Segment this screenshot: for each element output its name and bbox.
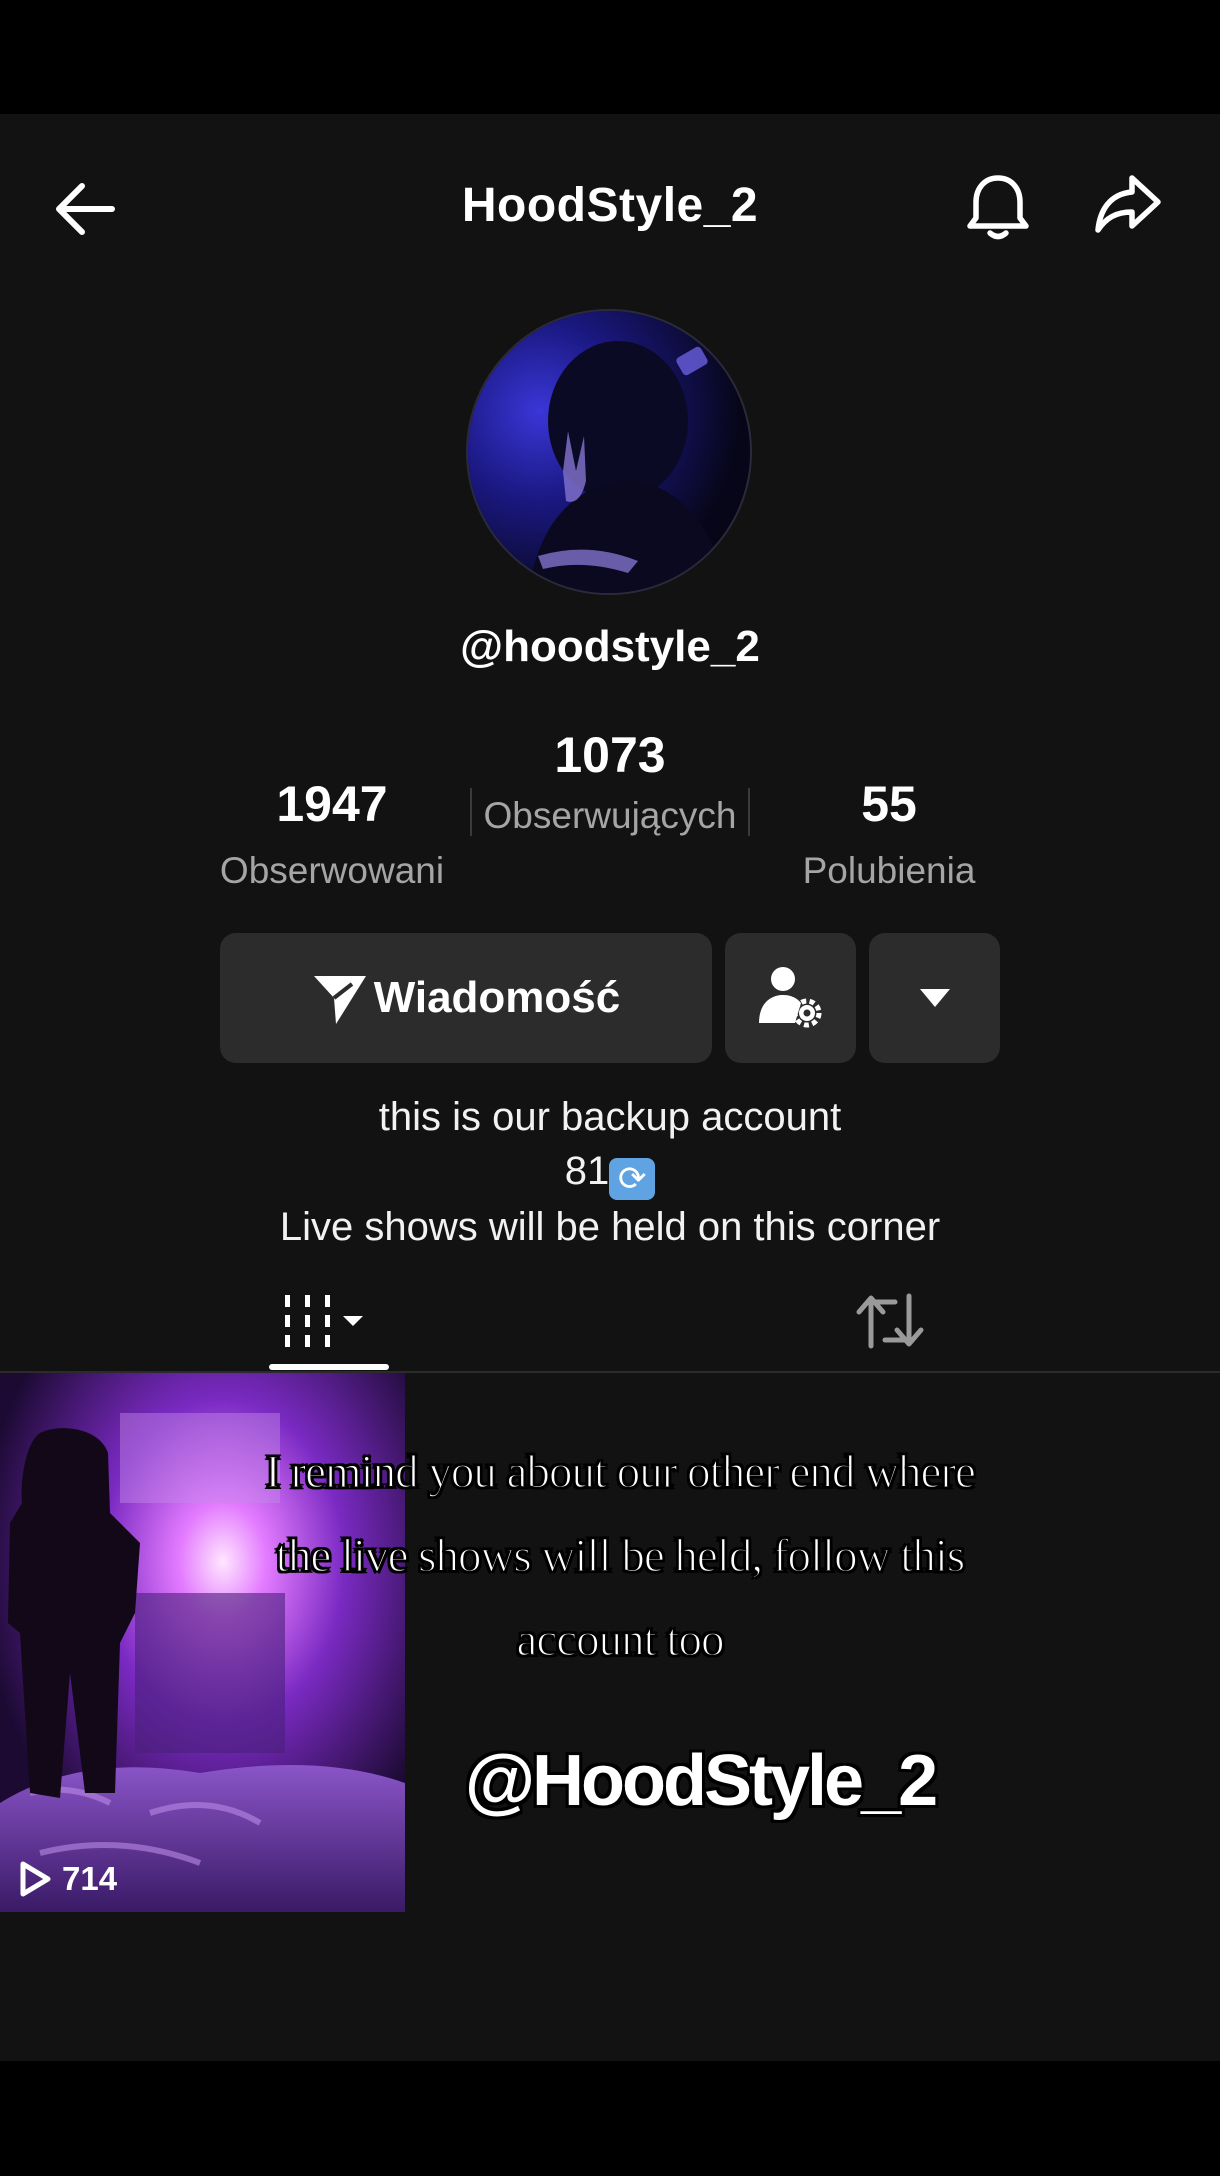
add-friend-settings-button[interactable] — [725, 933, 856, 1063]
profile-bio: this is our backup account 81 ⟳ Live show… — [0, 1090, 1220, 1254]
bio-line: this is our backup account — [378, 1095, 842, 1139]
message-button-label: Wiadomość — [373, 973, 621, 1022]
repost-icon — [856, 1293, 924, 1348]
caption-line: the live shows will be held, follow this — [275, 1529, 966, 1583]
stat-following[interactable]: 1947 Obserwowani — [196, 775, 468, 895]
stat-likes[interactable]: 55 Polubienia — [755, 775, 1023, 895]
message-button[interactable]: Wiadomość — [220, 933, 712, 1063]
caption-line: I remind you about our other end where — [264, 1445, 976, 1499]
caption-line: account too — [516, 1613, 725, 1667]
repeat-emoji-icon: ⟳ — [609, 1158, 656, 1200]
stat-divider — [470, 788, 472, 836]
profile-handle: @hoodstyle_2 — [460, 622, 760, 671]
view-count: 714 — [18, 1860, 117, 1898]
avatar[interactable] — [466, 309, 752, 595]
stat-value: 55 — [861, 776, 917, 832]
play-icon — [20, 1861, 51, 1897]
send-icon — [313, 976, 366, 1024]
more-dropdown-button[interactable] — [869, 933, 1000, 1063]
user-settings-icon — [758, 967, 821, 1028]
tab-videos[interactable] — [240, 1270, 416, 1371]
overlay-handle: @HoodStyle_2 — [464, 1741, 938, 1821]
overlay-caption: I remind you about our other end where t… — [170, 1430, 1070, 1682]
content-tabs — [0, 1270, 1220, 1373]
bell-icon[interactable] — [962, 170, 1034, 242]
bio-number: 81 — [564, 1149, 610, 1193]
bio-line: Live shows will be held on this corner — [279, 1205, 941, 1249]
caret-down-icon — [919, 989, 950, 1007]
avatar-image — [468, 311, 750, 593]
active-tab-indicator — [269, 1364, 389, 1370]
page-title: HoodStyle_2 — [461, 179, 759, 232]
share-icon[interactable] — [1092, 170, 1164, 242]
stat-followers[interactable]: 1073 Obserwujących — [476, 726, 744, 840]
bio-line: 81 ⟳ — [0, 1144, 1220, 1200]
stat-label: Obserwujących — [483, 795, 737, 836]
grid-icon — [285, 1294, 363, 1347]
view-count-value: 714 — [62, 1860, 118, 1897]
tab-reposts[interactable] — [810, 1270, 970, 1371]
stat-divider — [748, 788, 750, 836]
stat-label: Polubienia — [802, 850, 976, 891]
stat-label: Obserwowani — [219, 850, 445, 891]
stat-value: 1947 — [276, 776, 388, 832]
stat-value: 1073 — [554, 727, 666, 783]
